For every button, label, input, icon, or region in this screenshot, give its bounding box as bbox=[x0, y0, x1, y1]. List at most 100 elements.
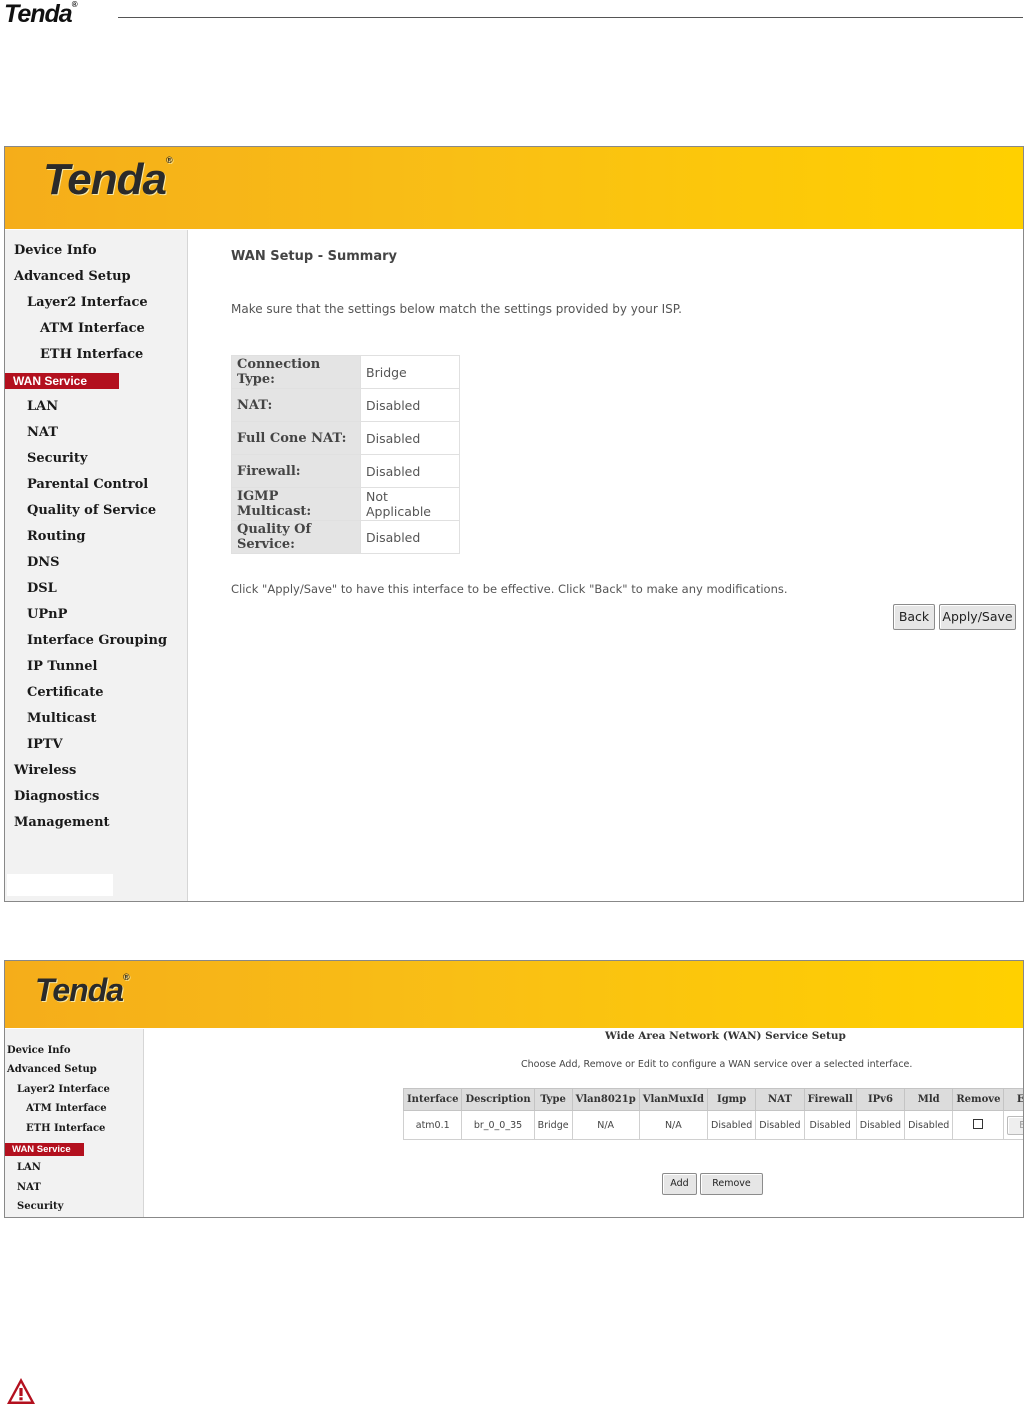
summary-key: IGMP Multicast: bbox=[231, 487, 361, 521]
cell-ipv6: Disabled bbox=[855, 1110, 906, 1140]
summary-row: Firewall: Disabled bbox=[231, 454, 460, 488]
warning-triangle-icon bbox=[6, 1377, 36, 1405]
nav-atm-interface[interactable]: ATM Interface bbox=[26, 1103, 107, 1114]
cell-type: Bridge bbox=[533, 1110, 573, 1140]
nav-nat[interactable]: NAT bbox=[17, 1182, 41, 1193]
cell-description: br_0_0_35 bbox=[461, 1110, 535, 1140]
column-header: Vlan8021p bbox=[571, 1088, 640, 1111]
summary-key: Full Cone NAT: bbox=[231, 421, 361, 455]
cell-nat: Disabled bbox=[755, 1110, 805, 1140]
document-logo: Tenda® bbox=[4, 0, 78, 28]
nav-eth-interface[interactable]: ETH Interface bbox=[26, 1123, 105, 1134]
nav-interface-grouping[interactable]: Interface Grouping bbox=[27, 633, 167, 648]
brand-logo: Tenda® bbox=[35, 972, 130, 1008]
column-header: Igmp bbox=[706, 1088, 757, 1111]
nav-wan-service[interactable]: WAN Service bbox=[5, 373, 119, 389]
header-rule bbox=[118, 17, 1023, 18]
top-banner: Tenda® bbox=[5, 147, 1023, 229]
remove-button[interactable]: Remove bbox=[700, 1173, 763, 1195]
cell-igmp: Disabled bbox=[706, 1110, 757, 1140]
summary-value: Disabled bbox=[360, 388, 460, 422]
nav-iptv[interactable]: IPTV bbox=[27, 737, 63, 752]
summary-row: Quality Of Service: Disabled bbox=[231, 520, 460, 554]
brand-logo: Tenda® bbox=[43, 155, 173, 204]
page-title: WAN Setup - Summary bbox=[231, 249, 397, 264]
summary-row: Connection Type: Bridge bbox=[231, 355, 460, 389]
column-header: Description bbox=[461, 1088, 535, 1111]
nav-atm-interface[interactable]: ATM Interface bbox=[40, 321, 145, 336]
screenshot-wan-summary: Tenda® Device Info Advanced Setup Layer2… bbox=[4, 146, 1024, 902]
screenshot-wan-service-setup: Tenda® Device Info Advanced Setup Layer2… bbox=[4, 960, 1024, 1218]
nav-security[interactable]: Security bbox=[27, 451, 87, 466]
nav-advanced-setup[interactable]: Advanced Setup bbox=[7, 1064, 97, 1075]
cell-vlan8021p: N/A bbox=[571, 1110, 640, 1140]
summary-row: IGMP Multicast: Not Applicable bbox=[231, 487, 460, 521]
nav-wireless[interactable]: Wireless bbox=[14, 763, 76, 778]
summary-row: Full Cone NAT: Disabled bbox=[231, 421, 460, 455]
nav-wan-service[interactable]: WAN Service bbox=[5, 1143, 84, 1156]
column-header: Interface bbox=[402, 1088, 463, 1111]
nav-layer2-interface[interactable]: Layer2 Interface bbox=[17, 1084, 110, 1095]
nav-lan[interactable]: LAN bbox=[27, 399, 58, 414]
column-header: NAT bbox=[755, 1088, 805, 1111]
apply-note: Click "Apply/Save" to have this interfac… bbox=[231, 582, 788, 596]
nav-dns[interactable]: DNS bbox=[27, 555, 60, 570]
nav-layer2-interface[interactable]: Layer2 Interface bbox=[27, 295, 148, 310]
cell-interface: atm0.1 bbox=[402, 1110, 463, 1140]
nav-upnp[interactable]: UPnP bbox=[27, 607, 67, 622]
cell-mld: Disabled bbox=[904, 1110, 954, 1140]
nav-quality-of-service[interactable]: Quality of Service bbox=[27, 503, 156, 518]
summary-key: NAT: bbox=[231, 388, 361, 422]
column-header: Type bbox=[533, 1088, 573, 1111]
column-header: VlanMuxId bbox=[638, 1088, 709, 1111]
nav-diagnostics[interactable]: Diagnostics bbox=[14, 789, 99, 804]
intro-text: Make sure that the settings below match … bbox=[231, 302, 682, 316]
summary-value: Not Applicable bbox=[360, 487, 460, 521]
column-header: Mld bbox=[904, 1088, 954, 1111]
nav-dsl[interactable]: DSL bbox=[27, 581, 57, 596]
intro-text: Choose Add, Remove or Edit to configure … bbox=[521, 1059, 913, 1070]
cell-vlanmuxid: N/A bbox=[638, 1110, 709, 1140]
summary-row: NAT: Disabled bbox=[231, 388, 460, 422]
nav-certificate[interactable]: Certificate bbox=[27, 685, 103, 700]
summary-key: Quality Of Service: bbox=[231, 520, 361, 554]
back-button[interactable]: Back bbox=[893, 604, 935, 630]
summary-table: Connection Type: Bridge NAT: Disabled Fu… bbox=[231, 355, 460, 554]
nav-device-info[interactable]: Device Info bbox=[14, 243, 97, 258]
nav-eth-interface[interactable]: ETH Interface bbox=[40, 347, 143, 362]
table-row: atm0.1 br_0_0_35 Bridge N/A N/A Disabled… bbox=[402, 1110, 1023, 1140]
nav-routing[interactable]: Routing bbox=[27, 529, 85, 544]
remove-checkbox[interactable] bbox=[973, 1118, 984, 1129]
top-banner: Tenda® bbox=[5, 961, 1023, 1028]
sidebar-blank-box bbox=[7, 874, 113, 896]
cell-firewall: Disabled bbox=[803, 1110, 857, 1140]
nav-security[interactable]: Security bbox=[17, 1201, 63, 1212]
summary-key: Firewall: bbox=[231, 454, 361, 488]
column-header: Edit bbox=[1003, 1088, 1023, 1111]
apply-save-button[interactable]: Apply/Save bbox=[939, 604, 1016, 630]
wan-service-table: Interface Description Type Vlan8021p Vla… bbox=[402, 1088, 1023, 1140]
nav-ip-tunnel[interactable]: IP Tunnel bbox=[27, 659, 97, 674]
cell-edit: Edit bbox=[1003, 1110, 1023, 1140]
add-button[interactable]: Add bbox=[662, 1173, 697, 1195]
nav-advanced-setup[interactable]: Advanced Setup bbox=[14, 269, 131, 284]
sidebar: Device Info Advanced Setup Layer2 Interf… bbox=[5, 230, 188, 901]
nav-nat[interactable]: NAT bbox=[27, 425, 58, 440]
summary-value: Disabled bbox=[360, 454, 460, 488]
column-header: IPv6 bbox=[855, 1088, 906, 1111]
table-header-row: Interface Description Type Vlan8021p Vla… bbox=[402, 1088, 1023, 1111]
column-header: Remove bbox=[952, 1088, 1005, 1111]
sidebar: Device Info Advanced Setup Layer2 Interf… bbox=[5, 1029, 144, 1217]
nav-parental-control[interactable]: Parental Control bbox=[27, 477, 148, 492]
summary-value: Bridge bbox=[360, 355, 460, 389]
summary-value: Disabled bbox=[360, 520, 460, 554]
column-header: Firewall bbox=[803, 1088, 857, 1111]
edit-button[interactable]: Edit bbox=[1007, 1115, 1023, 1135]
summary-value: Disabled bbox=[360, 421, 460, 455]
nav-management[interactable]: Management bbox=[14, 815, 110, 830]
nav-lan[interactable]: LAN bbox=[17, 1162, 41, 1173]
cell-remove bbox=[952, 1110, 1005, 1140]
summary-key: Connection Type: bbox=[231, 355, 361, 389]
nav-multicast[interactable]: Multicast bbox=[27, 711, 96, 726]
nav-device-info[interactable]: Device Info bbox=[7, 1045, 71, 1056]
